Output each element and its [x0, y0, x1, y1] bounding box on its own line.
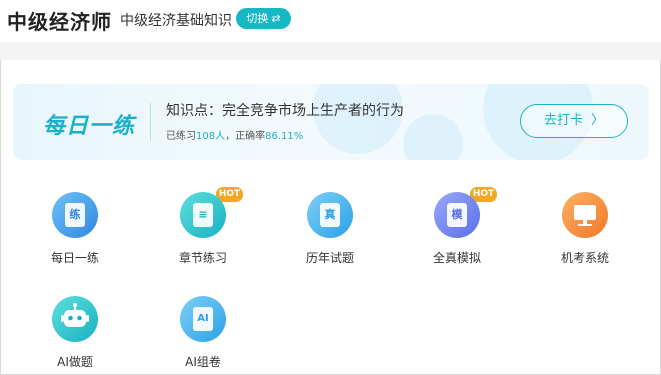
header-divider-band	[0, 42, 661, 60]
robot-icon	[61, 303, 89, 327]
app-title: 中级经济师	[7, 10, 112, 34]
chevron-right-icon: 〉	[591, 113, 605, 128]
check-in-button[interactable]: 去打卡〉	[520, 104, 628, 138]
chapter-icon: ≡	[180, 192, 226, 238]
feature-past-exams[interactable]: 真 历年试题	[280, 192, 380, 266]
accuracy-value: 86.11%	[265, 131, 304, 142]
practiced-count: 108人	[196, 131, 226, 142]
feature-label: 全真模拟	[432, 251, 481, 265]
switch-subject-button[interactable]: 切换 ⇄	[236, 8, 291, 29]
feature-ai-questions[interactable]: AI做题	[25, 296, 125, 370]
monitor-icon	[574, 205, 596, 226]
practice-stats: 已练习108人，正确率86.11%	[166, 127, 303, 142]
feature-mock-exam[interactable]: HOT 模 全真模拟	[407, 187, 507, 266]
check-in-label: 去打卡	[543, 113, 583, 128]
feature-chapter-practice[interactable]: HOT ≡ 章节练习	[153, 187, 253, 266]
feature-label: 机考系统	[560, 251, 609, 265]
ai-robot-icon	[52, 296, 98, 342]
mock-exam-icon: 模	[434, 192, 480, 238]
switch-arrows-icon: ⇄	[271, 12, 281, 25]
banner-divider	[150, 103, 151, 141]
subject-name: 中级经济基础知识	[120, 13, 232, 29]
practice-icon: 练	[52, 192, 98, 238]
daily-practice-banner[interactable]: 每日一练 知识点：完全竞争市场上生产者的行为 已练习108人，正确率86.11%…	[13, 84, 649, 160]
knowledge-point: 知识点：完全竞争市场上生产者的行为	[166, 103, 404, 119]
feature-label: 每日一练	[50, 251, 99, 265]
feature-computer-exam[interactable]: 机考系统	[535, 192, 635, 266]
feature-label: 章节练习	[178, 251, 227, 265]
feature-daily-practice[interactable]: 练 每日一练	[25, 192, 125, 266]
decor-bubble	[403, 114, 463, 160]
feature-ai-paper[interactable]: AI AI组卷	[153, 296, 253, 370]
feature-label: AI做题	[57, 355, 93, 369]
daily-practice-logo: 每日一练	[43, 114, 136, 139]
header: 中级经济师 中级经济基础知识 切换 ⇄	[0, 0, 661, 42]
past-exam-icon: 真	[307, 192, 353, 238]
practiced-prefix: 已练习	[166, 131, 196, 142]
accuracy-prefix: ，正确率	[225, 131, 266, 142]
ai-paper-icon: AI	[180, 296, 226, 342]
feature-label: 历年试题	[305, 251, 354, 265]
computer-exam-icon	[562, 192, 608, 238]
feature-label: AI组卷	[185, 355, 221, 369]
switch-label: 切换	[246, 12, 269, 25]
